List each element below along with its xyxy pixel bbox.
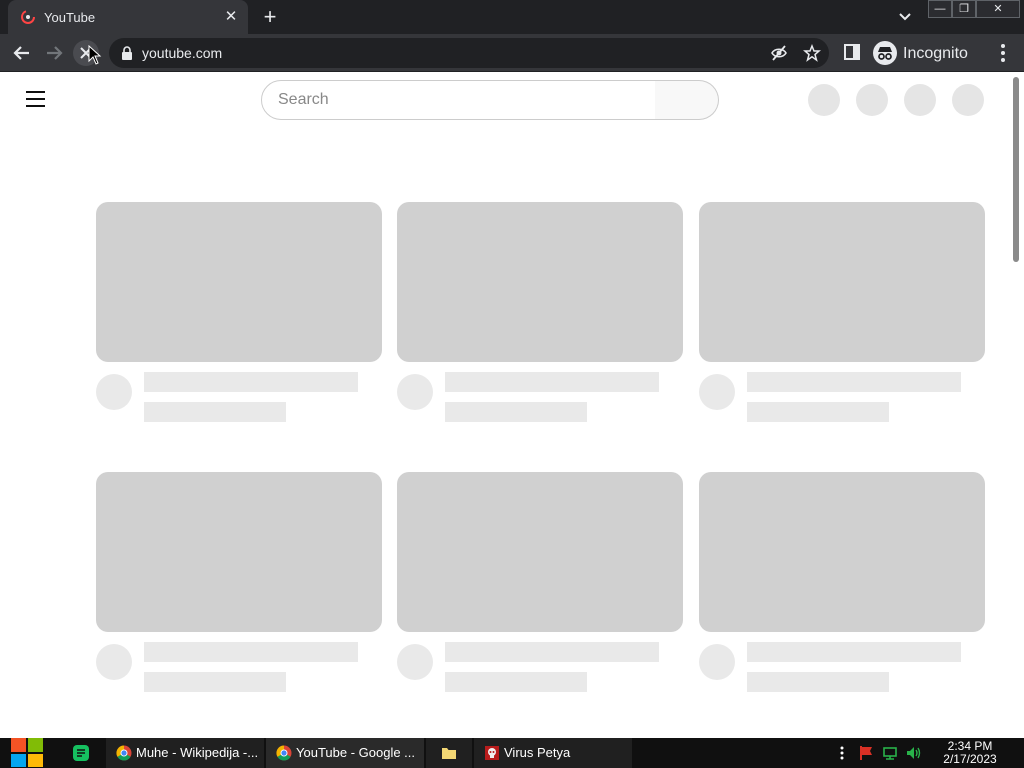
browser-tab-strip: YouTube ✕ + — ❐ ✕ (0, 0, 1024, 34)
video-card-skeleton (699, 472, 985, 700)
thumbnail-placeholder (699, 202, 985, 362)
header-icon-placeholder (856, 84, 888, 116)
browser-menu-icon[interactable] (994, 42, 1012, 64)
guide-menu-icon[interactable] (26, 91, 46, 107)
thumbnail-placeholder (397, 472, 683, 632)
taskbar-clock[interactable]: 2:34 PM 2/17/2023 (935, 740, 1005, 766)
clock-date: 2/17/2023 (943, 752, 997, 766)
browser-toolbar: youtube.com Incognito (0, 34, 1024, 72)
meta-placeholder (747, 402, 889, 422)
forward-arrow-icon[interactable] (40, 39, 68, 67)
thumbnail-placeholder (96, 472, 382, 632)
title-placeholder (445, 642, 659, 662)
taskbar-item-wikipedia[interactable]: Muhe - Wikipedija -... (106, 738, 264, 768)
restore-button[interactable]: ❐ (952, 0, 976, 18)
meta-placeholder (445, 672, 587, 692)
channel-avatar-placeholder (699, 374, 735, 410)
meta-placeholder (445, 402, 587, 422)
meta-placeholder (144, 402, 286, 422)
flag-icon[interactable] (858, 745, 874, 761)
mouse-pointer-icon (88, 45, 102, 65)
new-tab-button[interactable]: + (258, 6, 282, 28)
taskbar-item-virus-petya[interactable]: Virus Petya (474, 738, 632, 768)
video-card-skeleton (699, 202, 985, 430)
youtube-page (0, 72, 1024, 738)
header-icon-placeholder (952, 84, 984, 116)
windows-start-icon[interactable] (10, 737, 44, 768)
back-arrow-icon[interactable] (8, 39, 36, 67)
taskbar-item-label: YouTube - Google ... (296, 745, 416, 760)
search-box[interactable] (261, 80, 656, 120)
channel-avatar-placeholder (96, 374, 132, 410)
lock-icon (122, 46, 132, 60)
meta-placeholder (747, 672, 889, 692)
bookmark-star-icon[interactable] (803, 44, 821, 62)
channel-avatar-placeholder (397, 644, 433, 680)
header-icon-placeholder (904, 84, 936, 116)
tab-close-button[interactable]: ✕ (222, 8, 240, 26)
tab-title: YouTube (44, 10, 96, 25)
thumbnail-placeholder (397, 202, 683, 362)
green-chat-app-icon[interactable] (66, 738, 96, 768)
channel-avatar-placeholder (96, 644, 132, 680)
header-icon-placeholder (808, 84, 840, 116)
address-bar[interactable]: youtube.com (109, 38, 829, 68)
thumbnail-placeholder (96, 202, 382, 362)
title-placeholder (144, 642, 358, 662)
video-card-skeleton (96, 472, 382, 700)
youtube-tab[interactable]: YouTube ✕ (8, 0, 248, 34)
url-text: youtube.com (142, 45, 223, 61)
eye-off-icon[interactable] (770, 44, 788, 62)
side-panel-icon[interactable] (843, 43, 861, 61)
skull-icon (485, 746, 499, 760)
channel-avatar-placeholder (699, 644, 735, 680)
youtube-loading-favicon-icon (21, 10, 35, 24)
incognito-label: Incognito (903, 45, 968, 62)
video-card-skeleton (397, 472, 683, 700)
title-placeholder (445, 372, 659, 392)
taskbar-item-file-explorer[interactable] (426, 738, 472, 768)
page-scrollbar[interactable] (1010, 72, 1024, 738)
network-icon[interactable] (882, 745, 898, 761)
title-placeholder (144, 372, 358, 392)
folder-icon (442, 748, 456, 759)
meta-placeholder (144, 672, 286, 692)
taskbar-item-label: Muhe - Wikipedija -... (136, 745, 259, 760)
taskbar-item-youtube[interactable]: YouTube - Google ... (266, 738, 424, 768)
tab-search-chevron-icon[interactable] (894, 7, 916, 27)
video-card-skeleton (397, 202, 683, 430)
windows-taskbar: Muhe - Wikipedija -... YouTube - Google … (0, 738, 1024, 768)
scrollbar-thumb[interactable] (1013, 77, 1019, 262)
tray-overflow-icon[interactable] (834, 745, 850, 761)
search-button[interactable] (655, 80, 719, 120)
title-placeholder (747, 372, 961, 392)
incognito-icon (873, 41, 897, 65)
thumbnail-placeholder (699, 472, 985, 632)
minimize-button[interactable]: — (928, 0, 952, 18)
channel-avatar-placeholder (397, 374, 433, 410)
video-card-skeleton (96, 202, 382, 430)
title-placeholder (747, 642, 961, 662)
chrome-icon (276, 745, 292, 761)
close-window-button[interactable]: ✕ (976, 0, 1020, 18)
chrome-icon (116, 745, 132, 761)
incognito-profile-button[interactable]: Incognito (871, 38, 981, 68)
taskbar-item-label: Virus Petya (504, 745, 571, 760)
search-input[interactable] (278, 91, 638, 109)
volume-icon[interactable] (905, 745, 921, 761)
